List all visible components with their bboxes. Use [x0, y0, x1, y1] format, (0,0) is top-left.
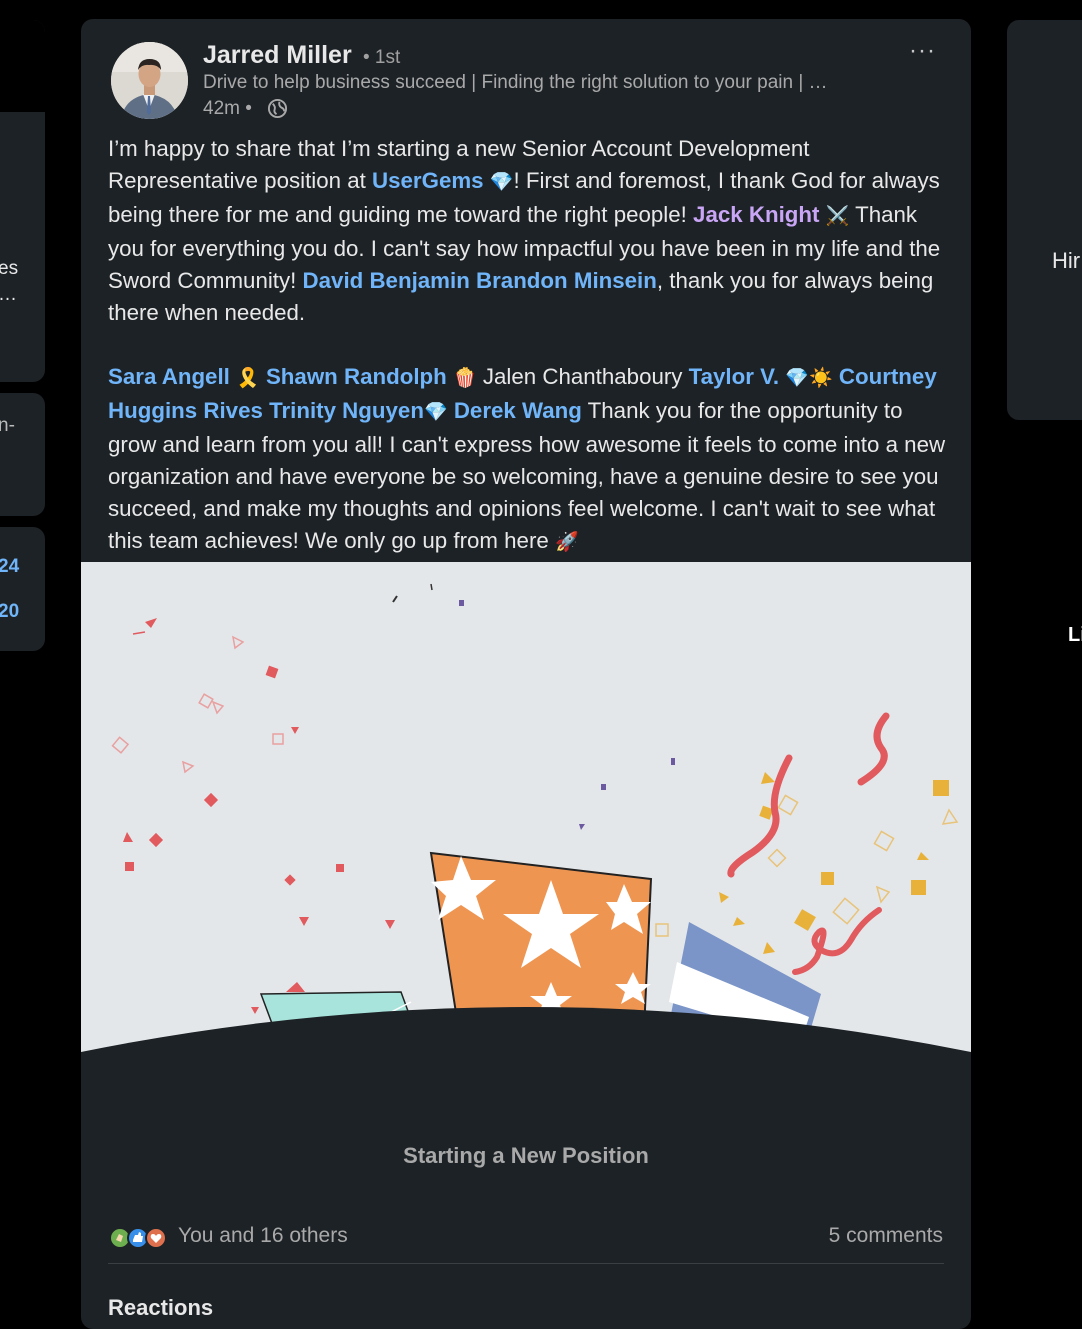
post-text: Jalen Chanthaboury [476, 364, 689, 389]
divider [108, 1263, 944, 1264]
connection-degree: • 1st [363, 47, 401, 68]
author-headline: Drive to help business succeed | Finding… [203, 72, 828, 93]
left-card-text: n- [0, 415, 15, 436]
gem-sun-emoji: 💎☀️ [785, 368, 833, 389]
post-timestamp: 42m • [203, 98, 252, 119]
post-body: I’m happy to share that I’m starting a n… [108, 133, 953, 559]
reactions-count[interactable]: You and 16 others [178, 1224, 348, 1248]
image-caption: Starting a New Position [403, 1143, 649, 1168]
popcorn-emoji: 🍿 [453, 368, 477, 389]
left-info-card: n- [0, 393, 45, 516]
reactions-section-title: Reactions [108, 1295, 214, 1320]
mention-shawn-randolph[interactable]: Shawn Randolph [266, 364, 447, 389]
rocket-emoji: 🚀 [554, 532, 579, 553]
right-sidebar-card: Hir [1007, 20, 1082, 420]
more-options-icon[interactable]: ··· [909, 37, 936, 65]
author-name[interactable]: Jarred Miller [203, 41, 352, 70]
mention-derek-wang[interactable]: Derek Wang [454, 398, 582, 423]
left-stat-value[interactable]: 24 [0, 556, 19, 578]
globe-icon [267, 98, 288, 119]
celebration-illustration[interactable] [81, 562, 971, 1096]
ribbon-emoji: 🎗️ [236, 368, 260, 389]
mention-taylor-v[interactable]: Taylor V. [689, 364, 779, 389]
left-card-banner [0, 20, 45, 112]
left-profile-card: es … [0, 20, 45, 382]
feed-post: Jarred Miller • 1st Drive to help busine… [81, 19, 971, 1329]
mention-jack-knight[interactable]: Jack Knight [693, 202, 819, 227]
left-stat-value[interactable]: 20 [0, 601, 19, 623]
right-sidebar-heading: Li [1068, 624, 1082, 646]
right-card-text: Hir [1052, 248, 1081, 273]
reaction-icons[interactable] [109, 1224, 169, 1252]
mention-trinity-nguyen[interactable]: Trinity Nguyen [269, 398, 424, 423]
post-paragraph: I’m happy to share that I’m starting a n… [108, 133, 953, 329]
mention-david-minsein[interactable]: David Benjamin Brandon Minsein [303, 268, 657, 293]
avatar[interactable] [111, 42, 188, 119]
swords-emoji: ⚔️ [825, 206, 850, 227]
mention-sara-angell[interactable]: Sara Angell [108, 364, 230, 389]
comments-count[interactable]: 5 comments [829, 1224, 943, 1248]
gem-emoji: 💎 [489, 172, 514, 193]
mention-usergems[interactable]: UserGems [372, 168, 484, 193]
gem-emoji: 💎 [423, 402, 448, 423]
left-stats-card[interactable]: 24 20 [0, 527, 45, 651]
left-card-ellipsis: … [0, 284, 17, 306]
post-paragraph: Sara Angell 🎗️ Shawn Randolph 🍿 Jalen Ch… [108, 361, 953, 559]
left-card-text: es [0, 258, 19, 279]
